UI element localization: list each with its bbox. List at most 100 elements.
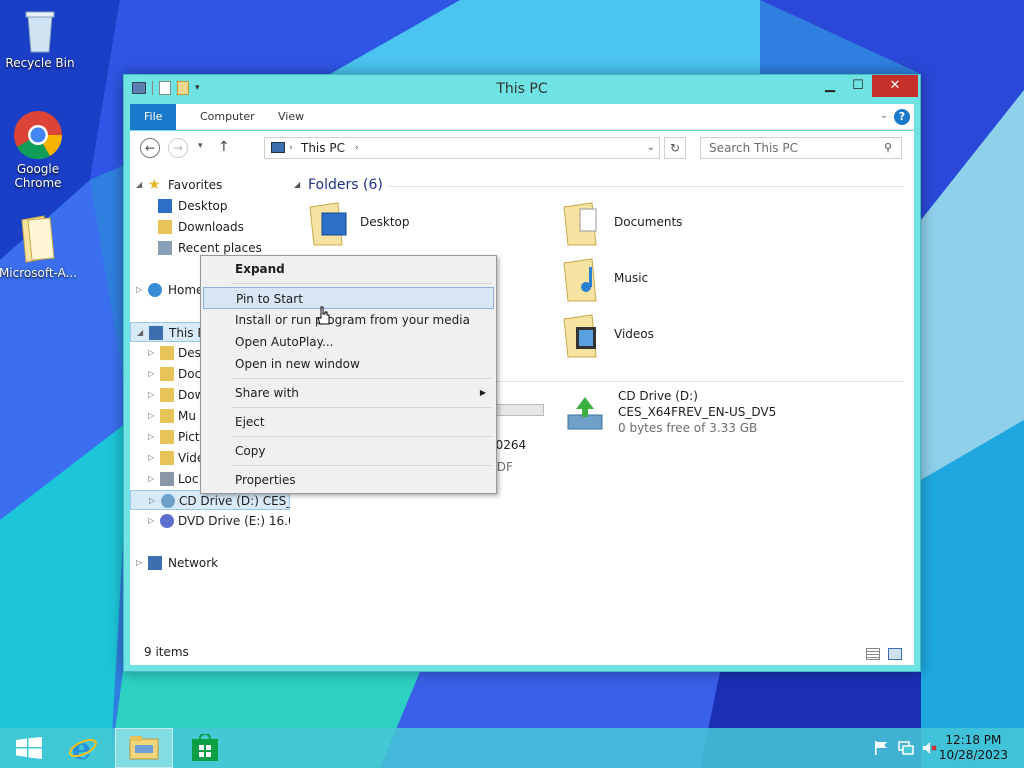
tab-computer[interactable]: Computer: [186, 104, 269, 130]
nav-dvd-drive-label: DVD Drive (E:) 16.0.1: [178, 514, 290, 528]
forward-button[interactable]: →: [168, 138, 188, 158]
menu-item-open-new-window[interactable]: Open in new window: [203, 353, 494, 375]
close-button[interactable]: ✕: [872, 75, 918, 97]
menu-item-copy[interactable]: Copy: [203, 440, 494, 462]
up-button[interactable]: ↑: [218, 139, 230, 155]
nav-network-label: Network: [168, 556, 219, 570]
nav-dvd-drive[interactable]: ▷ DVD Drive (E:) 16.0.1: [130, 511, 290, 531]
breadcrumb-chevron-icon[interactable]: ›: [355, 138, 359, 158]
nav-network[interactable]: ▷ Network: [130, 553, 290, 573]
folder-documents-label: Documents: [614, 215, 683, 229]
menu-separator: [231, 378, 492, 379]
context-menu: Expand Pin to Start Install or run progr…: [200, 255, 497, 494]
address-dropdown-icon[interactable]: ⌄: [647, 138, 655, 158]
nav-downloads-label: Downloads: [178, 220, 244, 234]
menu-item-open-autoplay[interactable]: Open AutoPlay...: [203, 331, 494, 353]
nav-downloads[interactable]: Downloads: [130, 217, 290, 237]
homegroup-icon: [148, 283, 162, 297]
music-icon: [160, 409, 174, 423]
expand-arrow-icon[interactable]: ▷: [148, 511, 154, 531]
search-icon[interactable]: ⚲: [884, 141, 892, 154]
cd-drive-icon: [161, 494, 175, 508]
back-button[interactable]: ←: [140, 138, 160, 158]
menu-item-pin-to-start[interactable]: Pin to Start: [203, 287, 494, 309]
folder-desktop-label: Desktop: [360, 215, 410, 229]
expand-ribbon-icon[interactable]: ⌄: [880, 110, 888, 121]
expand-arrow-icon[interactable]: ▷: [136, 280, 142, 300]
title-bar[interactable]: ▾ This PC ▁ ☐ ✕: [124, 75, 920, 103]
cd-drive-tile[interactable]: CD Drive (D:) CES_X64FREV_EN-US_DV5 0 by…: [566, 387, 866, 443]
collapse-group-icon[interactable]: ◢: [294, 180, 300, 189]
expand-arrow-icon[interactable]: ▷: [148, 427, 154, 447]
menu-item-properties[interactable]: Properties: [203, 469, 494, 491]
videos-folder-icon: [563, 314, 597, 358]
folder-videos-label: Videos: [614, 327, 654, 341]
minimize-button[interactable]: ▁: [816, 75, 844, 97]
search-input[interactable]: Search This PC: [700, 137, 902, 159]
menu-separator: [231, 465, 492, 466]
folder-tile-music[interactable]: Music: [562, 255, 802, 311]
microsoft-a-desktop-icon[interactable]: Microsoft-A...: [0, 214, 78, 280]
file-explorer-icon: [129, 736, 159, 760]
help-icon[interactable]: ?: [894, 109, 910, 125]
expand-arrow-icon[interactable]: ◢: [136, 175, 142, 195]
network-tray-icon[interactable]: [898, 740, 914, 756]
taskbar-store[interactable]: [176, 728, 234, 768]
google-chrome-desktop-icon[interactable]: Google Chrome: [0, 110, 78, 190]
section-divider: [490, 381, 904, 382]
volume-muted-icon[interactable]: [922, 740, 938, 756]
nav-favorites[interactable]: ◢ ★ Favorites: [130, 175, 290, 195]
menu-item-eject[interactable]: Eject: [203, 411, 494, 433]
folders-section-header[interactable]: Folders (6): [308, 177, 383, 193]
hand-cursor-icon: [317, 306, 330, 325]
start-button[interactable]: [0, 728, 58, 768]
chrome-icon: [14, 111, 63, 160]
expand-arrow-icon[interactable]: ▷: [148, 385, 154, 405]
folder-tile-videos[interactable]: Videos: [562, 311, 802, 367]
taskbar-internet-explorer[interactable]: e: [54, 728, 112, 768]
menu-item-install-or-run[interactable]: Install or run program from your media: [203, 309, 494, 331]
folder-tile-documents[interactable]: Documents: [562, 199, 802, 255]
recent-places-icon: [158, 241, 172, 255]
menu-item-share-with[interactable]: Share with ▶: [203, 382, 494, 404]
recycle-bin-desktop-icon[interactable]: Recycle Bin: [0, 6, 80, 70]
folder-tile-desktop[interactable]: Desktop: [308, 199, 548, 255]
nav-pc-item-label: Pict: [178, 430, 200, 444]
star-icon: ★: [148, 177, 161, 193]
this-pc-icon: [271, 142, 285, 153]
breadcrumb-this-pc[interactable]: This PC: [301, 138, 345, 158]
window-title: This PC: [496, 81, 548, 97]
desktop-icon: [158, 199, 172, 213]
tab-file[interactable]: File: [130, 104, 177, 130]
breadcrumb-separator-icon[interactable]: ›: [289, 138, 293, 158]
expand-arrow-icon[interactable]: ▷: [148, 448, 154, 468]
pictures-icon: [160, 430, 174, 444]
videos-icon: [160, 451, 174, 465]
cd-drive-icon: [567, 397, 603, 430]
nav-pc-item-label: Mu: [178, 409, 196, 423]
address-row: ← → ▾ ↑ › This PC › ⌄ ↻ Search This PC ⚲: [130, 131, 914, 165]
large-icons-view-icon[interactable]: [888, 648, 902, 660]
tab-view[interactable]: View: [264, 104, 318, 130]
menu-separator: [231, 283, 492, 284]
expand-arrow-icon[interactable]: ▷: [136, 553, 142, 573]
expand-arrow-icon[interactable]: ◢: [137, 323, 143, 341]
action-center-flag-icon[interactable]: [873, 740, 889, 756]
menu-item-expand[interactable]: Expand: [203, 258, 494, 280]
maximize-button[interactable]: ☐: [844, 75, 872, 97]
refresh-button[interactable]: ↻: [664, 137, 686, 159]
details-view-icon[interactable]: [866, 648, 880, 660]
nav-desktop[interactable]: Desktop: [130, 196, 290, 216]
expand-arrow-icon[interactable]: ▷: [148, 406, 154, 426]
expand-arrow-icon[interactable]: ▷: [148, 343, 154, 363]
expand-arrow-icon[interactable]: ▷: [148, 469, 154, 489]
address-bar[interactable]: › This PC › ⌄: [264, 137, 660, 159]
taskbar-clock[interactable]: 12:18 PM 10/28/2023: [939, 733, 1008, 763]
desktop-folder-icon: [309, 202, 347, 246]
taskbar-file-explorer[interactable]: [115, 728, 173, 768]
recent-locations-icon[interactable]: ▾: [198, 141, 203, 151]
svg-text:e: e: [72, 733, 91, 763]
expand-arrow-icon[interactable]: ▷: [149, 491, 155, 509]
expand-arrow-icon[interactable]: ▷: [148, 364, 154, 384]
nav-pc-item-label: Des: [178, 346, 201, 360]
